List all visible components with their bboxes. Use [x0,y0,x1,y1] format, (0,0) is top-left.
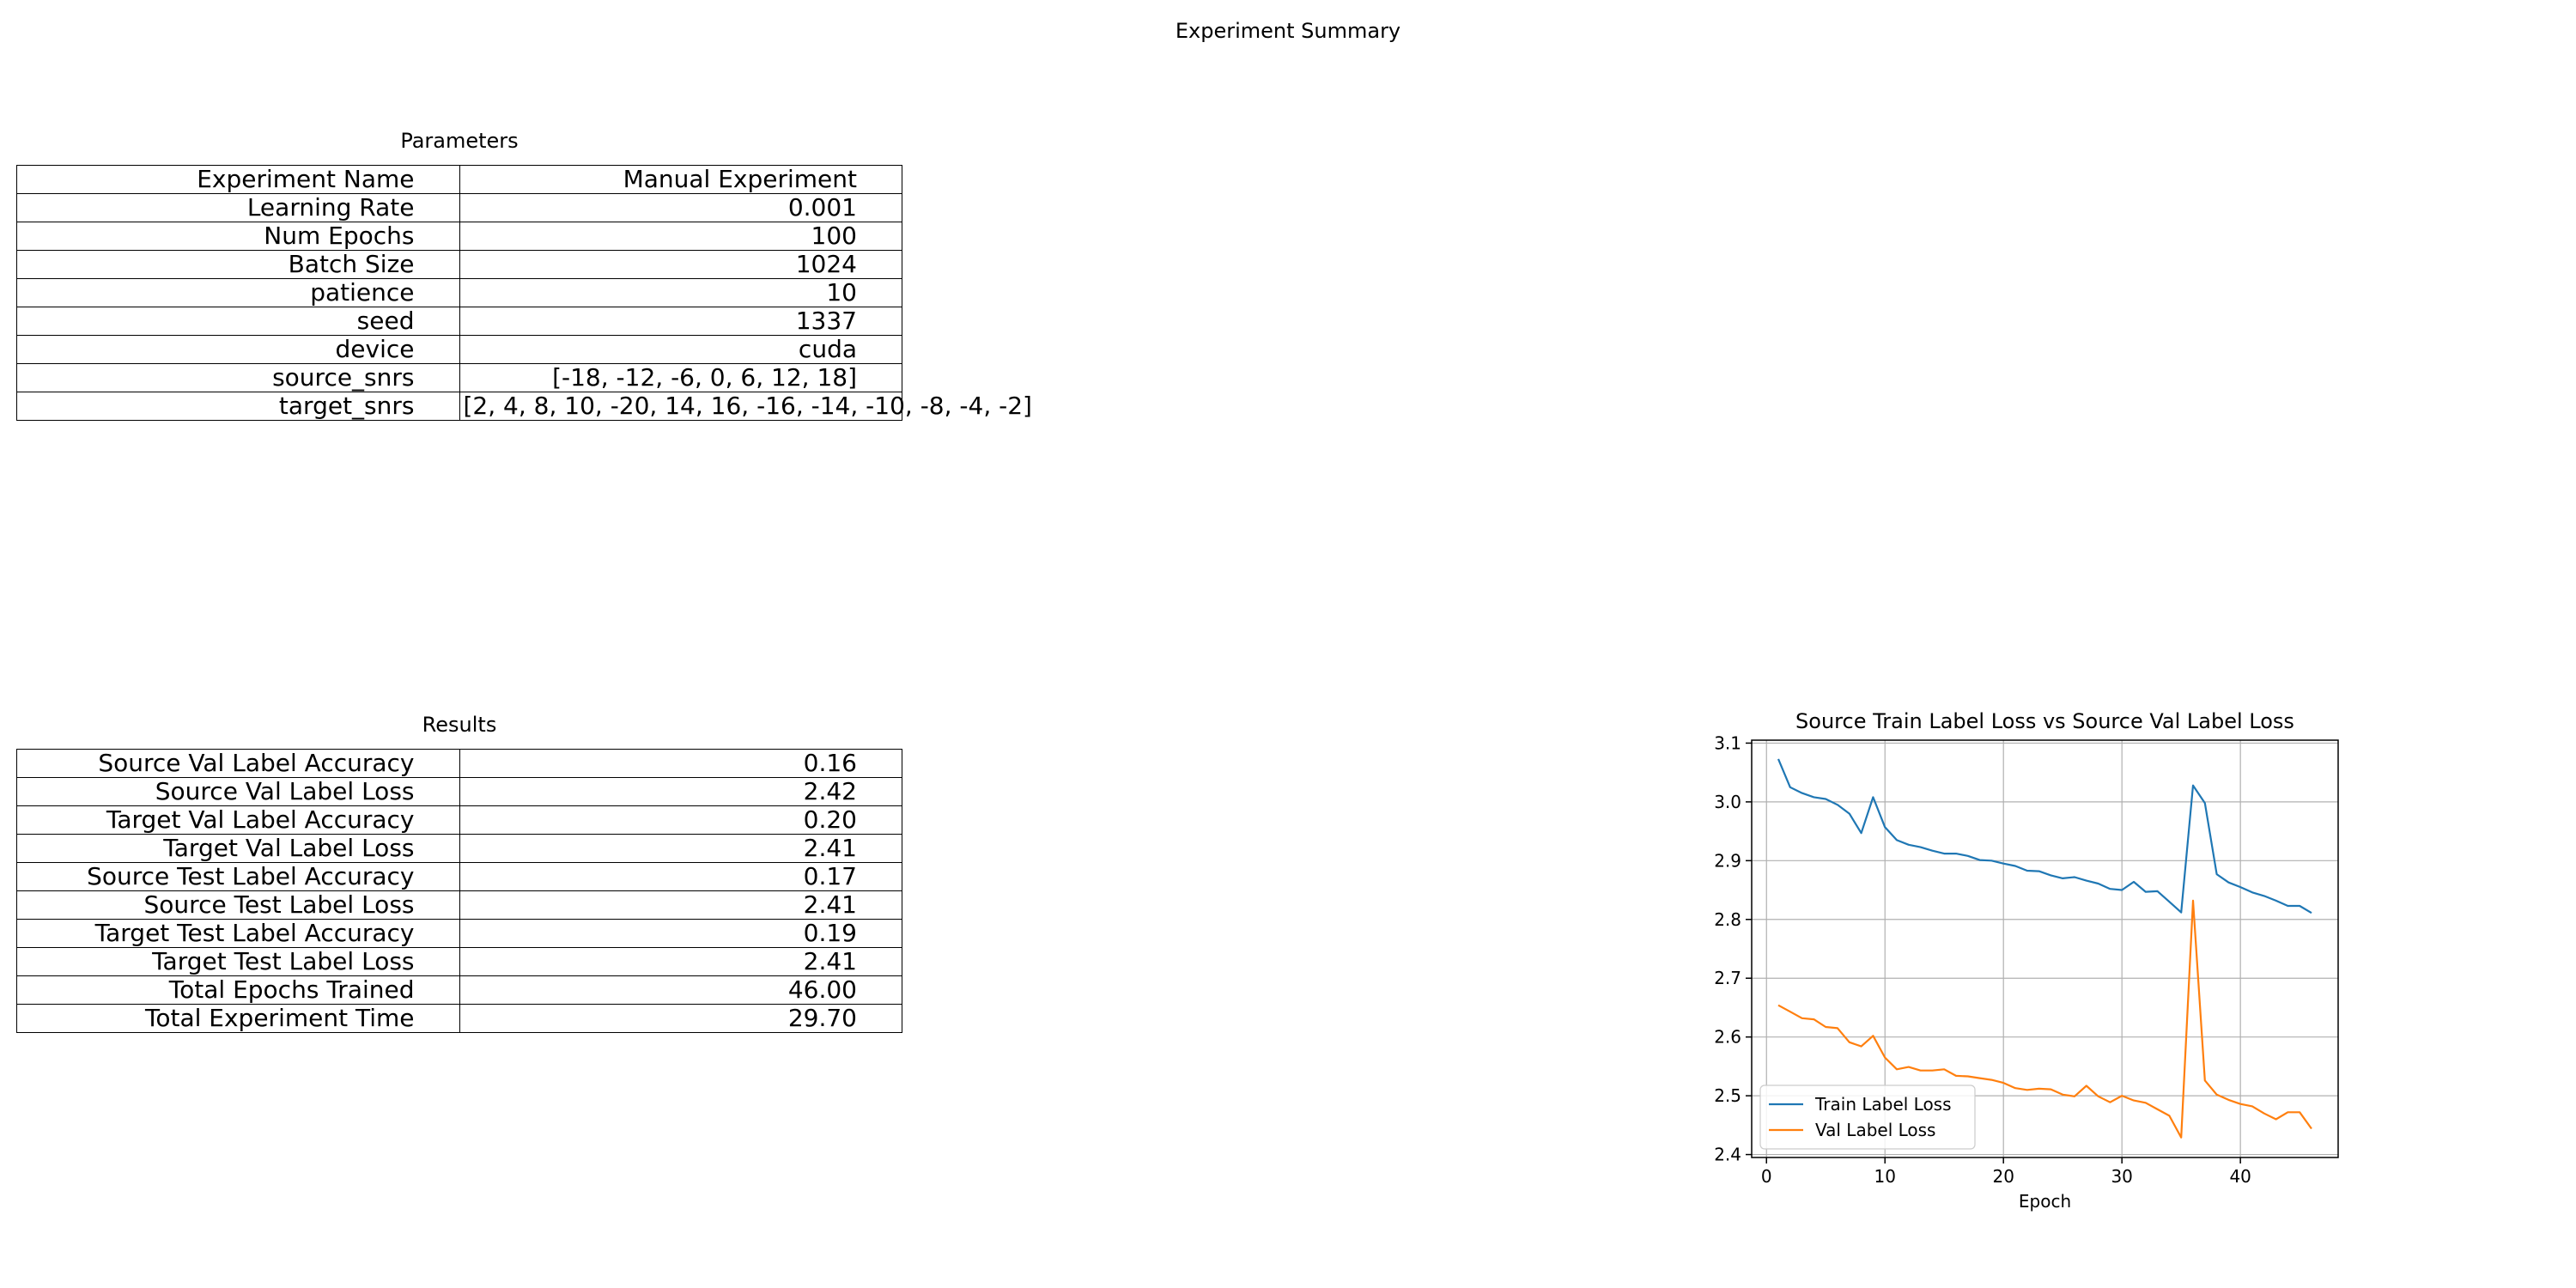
loss-chart: 0 10 20 30 40 2.4 2.5 2.6 2.7 2.8 2.9 3.0 3.1 Source … [1714,709,2339,1212]
x-tick-label: 40 [2229,1166,2251,1187]
y-tick-label: 3.0 [1714,792,1741,812]
y-tick-label: 2.6 [1714,1027,1741,1048]
y-tick-label: 2.7 [1714,968,1741,988]
chart-title: Source Train Label Loss vs Source Val La… [1795,709,2294,733]
x-axis-label: Epoch [2019,1191,2071,1212]
y-tick-label: 3.1 [1714,732,1741,753]
y-tick-label: 2.8 [1714,909,1741,930]
legend-label: Val Label Loss [1815,1120,1935,1140]
x-tick-label: 20 [1992,1166,2014,1187]
series-line-0 [1777,758,2312,914]
y-tick-label: 2.4 [1714,1145,1741,1165]
x-tick-label: 0 [1761,1166,1772,1187]
y-tick-label: 2.5 [1714,1085,1741,1106]
y-tick-label: 2.9 [1714,850,1741,871]
x-tick-label: 10 [1874,1166,1896,1187]
legend-label: Train Label Loss [1814,1094,1952,1115]
x-tick-label: 30 [2111,1166,2132,1187]
